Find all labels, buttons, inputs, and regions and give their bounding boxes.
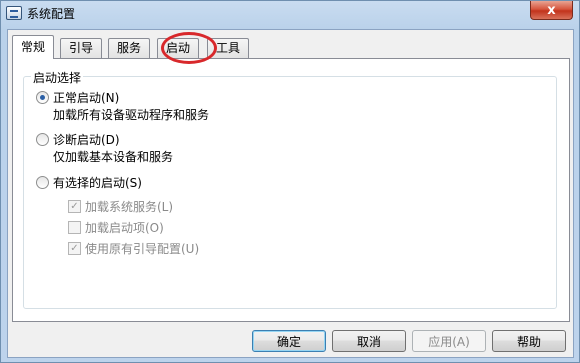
radio-indicator[interactable]	[36, 91, 49, 104]
close-button[interactable]: x	[530, 1, 573, 20]
checkbox-load-startup-items: 加载启动项(O)	[68, 219, 164, 236]
tab-startup[interactable]: 启动	[157, 38, 200, 58]
radio-label: 诊断启动(D)	[53, 133, 120, 147]
radio-label: 有选择的启动(S)	[53, 176, 142, 190]
apply-button: 应用(A)	[412, 330, 486, 352]
normal-startup-description: 加载所有设备驱动程序和服务	[53, 108, 210, 122]
radio-diagnostic-startup[interactable]: 诊断启动(D)	[36, 131, 120, 148]
checkbox-label: 加载启动项(O)	[85, 221, 164, 235]
radio-label: 正常启动(N)	[53, 91, 120, 105]
window-title: 系统配置	[27, 7, 76, 21]
ok-button[interactable]: 确定	[252, 330, 326, 352]
diagnostic-startup-description: 仅加载基本设备和服务	[53, 150, 174, 164]
tab-strip: 常规 引导 服务 启动 工具	[12, 32, 572, 64]
tab-general[interactable]: 常规	[12, 35, 55, 59]
radio-indicator[interactable]	[36, 133, 49, 146]
general-tab-panel: 启动选择 正常启动(N) 加载所有设备驱动程序和服务 诊断启动(D) 仅加载基本…	[12, 58, 570, 322]
cancel-button[interactable]: 取消	[332, 330, 406, 352]
radio-indicator[interactable]	[36, 176, 49, 189]
checkbox-unchecked-icon	[68, 221, 81, 234]
checkbox-label: 使用原有引导配置(U)	[85, 242, 200, 256]
startup-selection-group: 启动选择 正常启动(N) 加载所有设备驱动程序和服务 诊断启动(D) 仅加载基本…	[23, 69, 557, 309]
system-config-window: 系统配置 x 常规 引导 服务 启动 工具 启动选择 正常启动(N) 加载所有设…	[0, 0, 580, 363]
checkbox-use-original-boot-config: ✓ 使用原有引导配置(U)	[68, 240, 199, 257]
close-icon: x	[547, 2, 556, 18]
checkbox-checked-icon: ✓	[68, 200, 81, 213]
title-bar[interactable]: 系统配置 x	[1, 1, 579, 27]
system-config-icon	[6, 6, 22, 20]
help-button[interactable]: 帮助	[492, 330, 566, 352]
checkbox-checked-icon: ✓	[68, 242, 81, 255]
checkbox-load-system-services: ✓ 加载系统服务(L)	[68, 198, 173, 215]
tab-boot[interactable]: 引导	[60, 38, 103, 58]
startup-selection-legend: 启动选择	[31, 69, 84, 86]
radio-normal-startup[interactable]: 正常启动(N)	[36, 89, 119, 106]
tab-tools[interactable]: 工具	[207, 38, 250, 58]
checkbox-label: 加载系统服务(L)	[85, 200, 174, 214]
radio-selective-startup[interactable]: 有选择的启动(S)	[36, 174, 142, 191]
dialog-client-area: 常规 引导 服务 启动 工具 启动选择 正常启动(N) 加载所有设备驱动程序和服…	[7, 29, 574, 358]
tab-services[interactable]: 服务	[108, 38, 151, 58]
